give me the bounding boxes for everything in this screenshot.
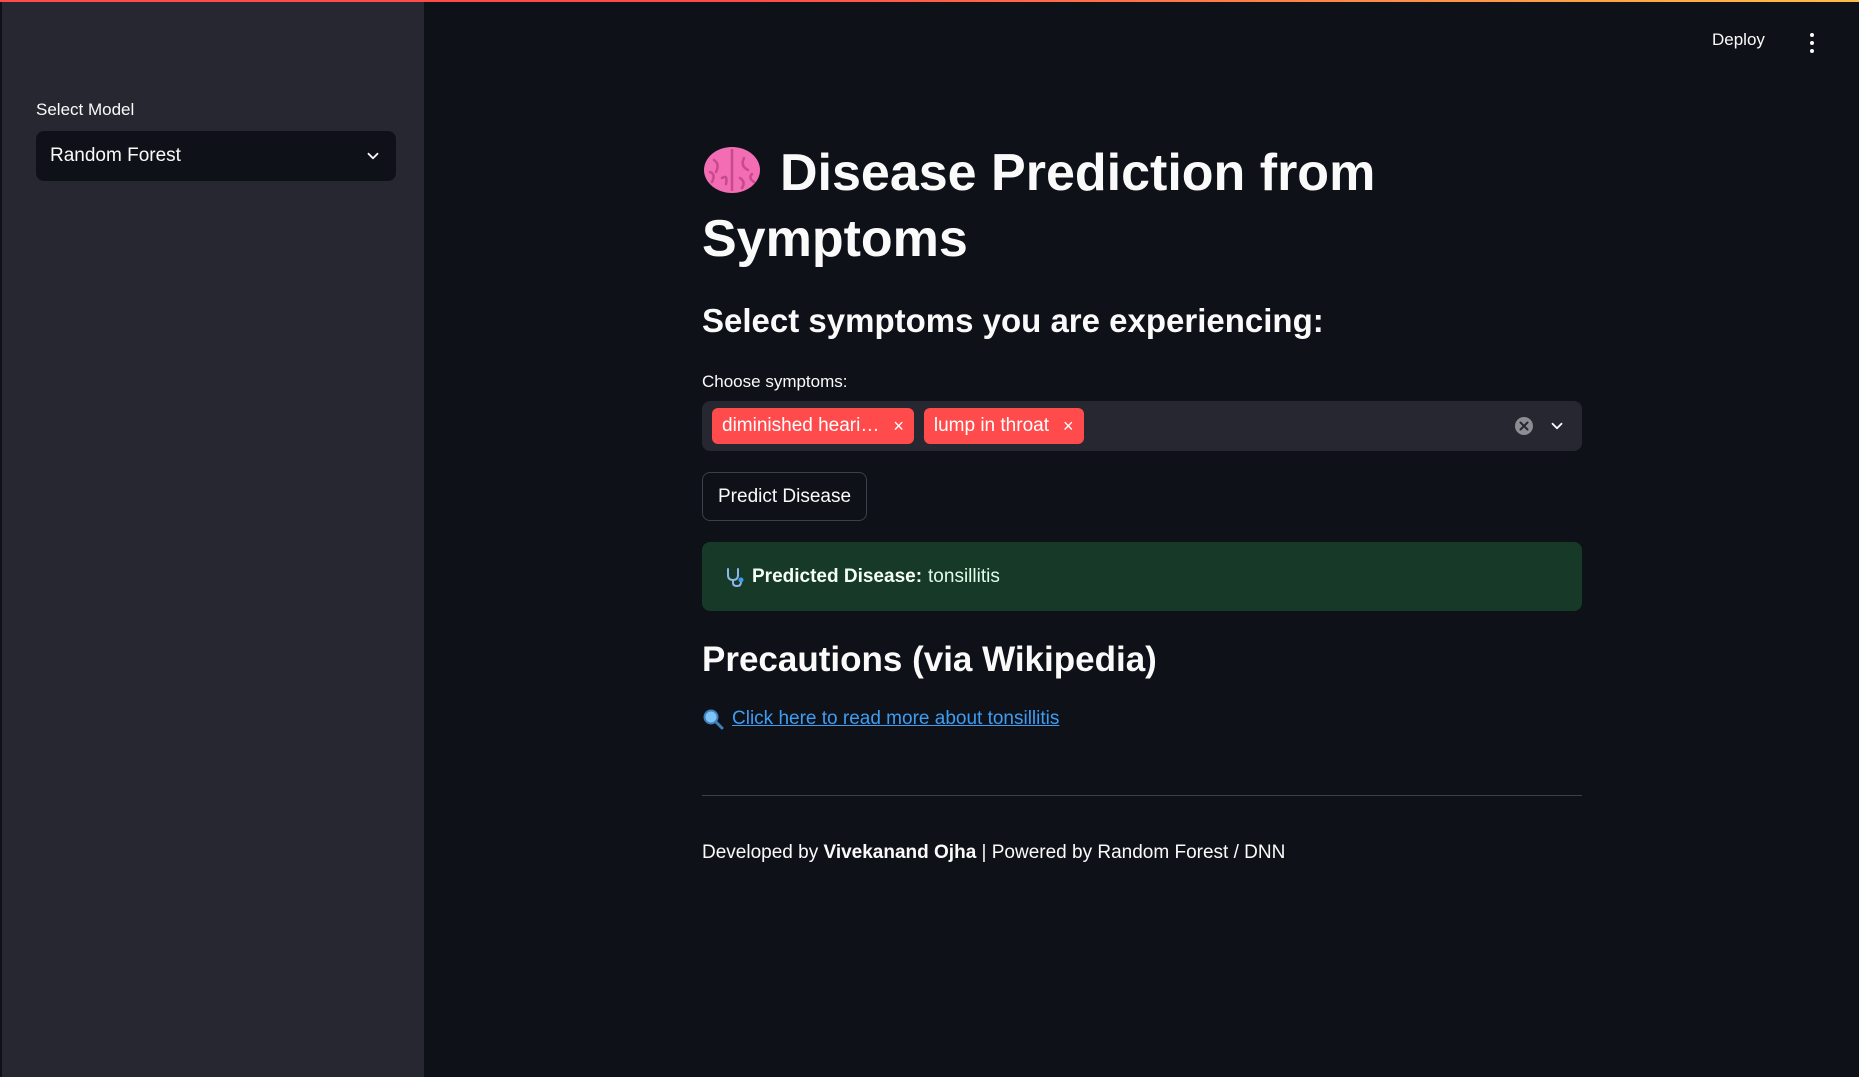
vertical-dots-icon[interactable] xyxy=(1800,28,1824,58)
magnifier-icon xyxy=(703,709,724,730)
page-title-text: Disease Prediction from Symptoms xyxy=(702,144,1376,268)
stethoscope-icon xyxy=(727,567,744,587)
page-title: Disease Prediction from Symptoms xyxy=(702,140,1582,272)
model-select[interactable]: Random Forest xyxy=(36,131,396,181)
symptom-tag[interactable]: diminished heari… × xyxy=(712,408,914,444)
prediction-value: tonsillitis xyxy=(928,565,1000,587)
prediction-label: Predicted Disease: xyxy=(752,565,923,587)
footer-prefix: Developed by xyxy=(702,842,819,863)
symptom-tag-label: lump in throat xyxy=(933,415,1049,436)
footer-suffix: | Powered by Random Forest / DNN xyxy=(981,842,1286,863)
model-select-label: Select Model xyxy=(36,100,135,119)
footer-author: Vivekanand Ojha xyxy=(823,842,977,863)
wiki-link-row: Click here to read more about tonsilliti… xyxy=(702,708,1059,730)
close-icon[interactable]: × xyxy=(1063,416,1074,437)
deploy-button[interactable]: Deploy xyxy=(1712,30,1765,50)
predict-disease-button[interactable]: Predict Disease xyxy=(702,472,868,521)
chevron-down-icon xyxy=(367,152,379,160)
divider xyxy=(702,795,1582,796)
model-select-value: Random Forest xyxy=(50,145,181,166)
symptom-tag-label: diminished heari… xyxy=(722,415,880,436)
top-decoration-bar xyxy=(0,0,1859,2)
symptoms-label: Choose symptoms: xyxy=(702,372,848,391)
symptom-tag[interactable]: lump in throat × xyxy=(923,408,1084,444)
symptoms-multiselect[interactable]: diminished heari… × lump in throat × xyxy=(702,401,1582,451)
wikipedia-link[interactable]: Click here to read more about tonsilliti… xyxy=(732,708,1059,730)
close-icon[interactable]: × xyxy=(893,416,904,437)
footer: Developed by Vivekanand Ojha | Powered b… xyxy=(702,842,1285,864)
chevron-down-icon[interactable] xyxy=(1548,417,1566,435)
clear-all-icon[interactable] xyxy=(1514,416,1534,436)
prediction-result-box: Predicted Disease: tonsillitis xyxy=(702,542,1582,611)
precautions-header: Precautions (via Wikipedia) xyxy=(702,640,1157,679)
sidebar: Select Model Random Forest xyxy=(0,0,424,1077)
brain-icon xyxy=(704,147,760,193)
symptoms-subheader: Select symptoms you are experiencing: xyxy=(702,302,1324,339)
